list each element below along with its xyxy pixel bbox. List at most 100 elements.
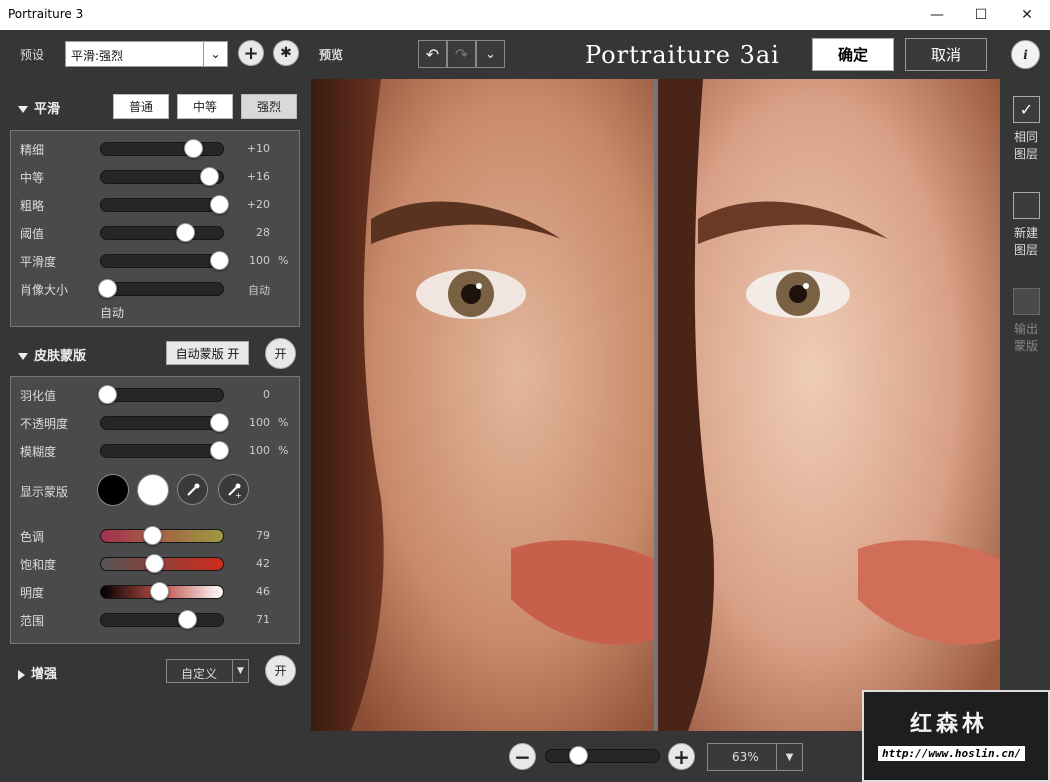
slider-track[interactable] (100, 441, 229, 460)
preset-label: 预设 (20, 48, 45, 62)
slider-track[interactable] (100, 610, 224, 629)
slider-knob[interactable] (210, 441, 229, 460)
slider-track[interactable] (100, 223, 224, 242)
close-icon[interactable]: ✕ (1004, 0, 1050, 30)
eyedropper-plus-icon: + (227, 483, 242, 498)
slider-knob[interactable] (210, 413, 229, 432)
skin-mask-toggle[interactable]: 开 (265, 338, 296, 369)
preview-label: 预览 (319, 48, 344, 62)
slider-label: 中等 (20, 171, 45, 185)
svg-text:+: + (235, 491, 242, 498)
portrait-original-image (311, 79, 654, 731)
history-dropdown-button[interactable]: ⌄ (476, 40, 505, 68)
show-mask-label: 显示蒙版 (20, 485, 69, 499)
undo-icon: ↶ (425, 44, 440, 64)
slider-track[interactable] (100, 251, 229, 270)
plus-icon: + (673, 744, 690, 769)
slider-label: 粗略 (20, 199, 45, 213)
auto-mask-button[interactable]: 自动蒙版 开 (166, 341, 249, 365)
right-option-checkbox[interactable] (1013, 288, 1040, 315)
slider-track[interactable] (100, 195, 229, 214)
cancel-button[interactable]: 取消 (905, 38, 987, 71)
zoom-slider[interactable] (545, 746, 660, 765)
title-bar: Portraiture 3 — ☐ ✕ (0, 0, 1050, 30)
slider-value: 0 (263, 388, 270, 401)
slider-track[interactable] (100, 526, 224, 545)
enhance-mode-value: 自定义 (181, 667, 218, 681)
level-medium-button[interactable]: 中等 (177, 94, 233, 119)
slider-track[interactable] (100, 139, 224, 158)
watermark-title: 红森林 (910, 712, 989, 737)
right-option-label: 输出 (1013, 322, 1038, 336)
zoom-level-value: 63% (732, 750, 759, 764)
slider-track[interactable] (100, 413, 229, 432)
slider-label: 精细 (20, 143, 45, 157)
slider-knob[interactable] (143, 526, 162, 545)
preset-value: 平滑:强烈 (71, 49, 124, 63)
slider-knob[interactable] (145, 554, 164, 573)
slider-value: 100 (249, 416, 270, 429)
level-normal-button[interactable]: 普通 (113, 94, 169, 119)
enhance-title: 增强 (31, 667, 58, 682)
slider-knob[interactable] (200, 167, 219, 186)
enhance-header[interactable]: 增强 (18, 663, 57, 682)
slider-track[interactable] (100, 167, 224, 186)
slider-knob[interactable] (184, 139, 203, 158)
right-option-checkbox[interactable]: ✓ (1013, 96, 1040, 123)
portrait-size-note: 自动 (100, 306, 125, 320)
preset-settings-button[interactable]: ✱ (273, 40, 299, 66)
slider-label: 阈值 (20, 227, 45, 241)
slider-value: 28 (256, 226, 270, 239)
slider-value: +10 (246, 142, 270, 155)
right-option-label: 图层 (1013, 147, 1038, 161)
slider-track[interactable] (98, 279, 224, 298)
chevron-down-icon: ▼ (776, 744, 802, 770)
app-logo: Portraiture 3ai (585, 41, 780, 69)
chevron-down-icon[interactable]: ⌄ (203, 42, 227, 66)
enhance-toggle[interactable]: 开 (265, 655, 296, 686)
slider-knob[interactable] (210, 251, 229, 270)
result-preview[interactable] (658, 79, 1000, 731)
slider-value: 自动 (248, 284, 270, 297)
level-strong-button[interactable]: 强烈 (241, 94, 297, 119)
preset-select[interactable]: 平滑:强烈 ⌄ (65, 41, 228, 67)
slider-track[interactable] (100, 582, 224, 601)
undo-button[interactable]: ↶ (418, 40, 447, 68)
slider-knob[interactable] (150, 582, 169, 601)
eyedropper-add-button[interactable]: + (218, 474, 249, 505)
eyedropper-button[interactable] (177, 474, 208, 505)
right-option-label: 相同 (1013, 130, 1038, 144)
slider-knob[interactable] (176, 223, 195, 242)
slider-knob[interactable] (178, 610, 197, 629)
enhance-mode-select[interactable]: 自定义 ▼ (166, 659, 249, 683)
original-preview[interactable] (311, 79, 654, 731)
zoom-out-button[interactable]: − (509, 743, 536, 770)
zoom-level-select[interactable]: 63% ▼ (707, 743, 803, 771)
slider-label: 范围 (20, 614, 45, 628)
right-option-checkbox[interactable] (1013, 192, 1040, 219)
white-swatch-button[interactable] (137, 474, 169, 506)
slider-knob[interactable] (210, 195, 229, 214)
check-icon: ✓ (1019, 100, 1034, 119)
slider-label: 不透明度 (20, 417, 69, 431)
right-option-label: 蒙版 (1013, 339, 1038, 353)
ok-button[interactable]: 确定 (812, 38, 894, 71)
slider-label: 平滑度 (20, 255, 57, 269)
black-swatch-button[interactable] (97, 474, 129, 506)
zoom-in-button[interactable]: + (668, 743, 695, 770)
skin-mask-header[interactable]: 皮肤蒙版 (18, 345, 86, 364)
slider-value: 79 (256, 529, 270, 542)
info-button[interactable]: i (1011, 40, 1040, 69)
maximize-icon[interactable]: ☐ (958, 0, 1004, 30)
slider-knob[interactable] (98, 385, 117, 404)
slider-knob[interactable] (98, 279, 117, 298)
zoom-slider-knob[interactable] (569, 746, 588, 765)
redo-button[interactable]: ↷ (447, 40, 476, 68)
minimize-icon[interactable]: — (914, 0, 960, 30)
slider-value: 42 (256, 557, 270, 570)
smoothing-header[interactable]: 平滑 (18, 98, 60, 117)
slider-track[interactable] (98, 385, 224, 404)
add-preset-button[interactable]: + (238, 40, 264, 66)
slider-track[interactable] (100, 554, 224, 573)
slider-unit: % (278, 254, 289, 267)
